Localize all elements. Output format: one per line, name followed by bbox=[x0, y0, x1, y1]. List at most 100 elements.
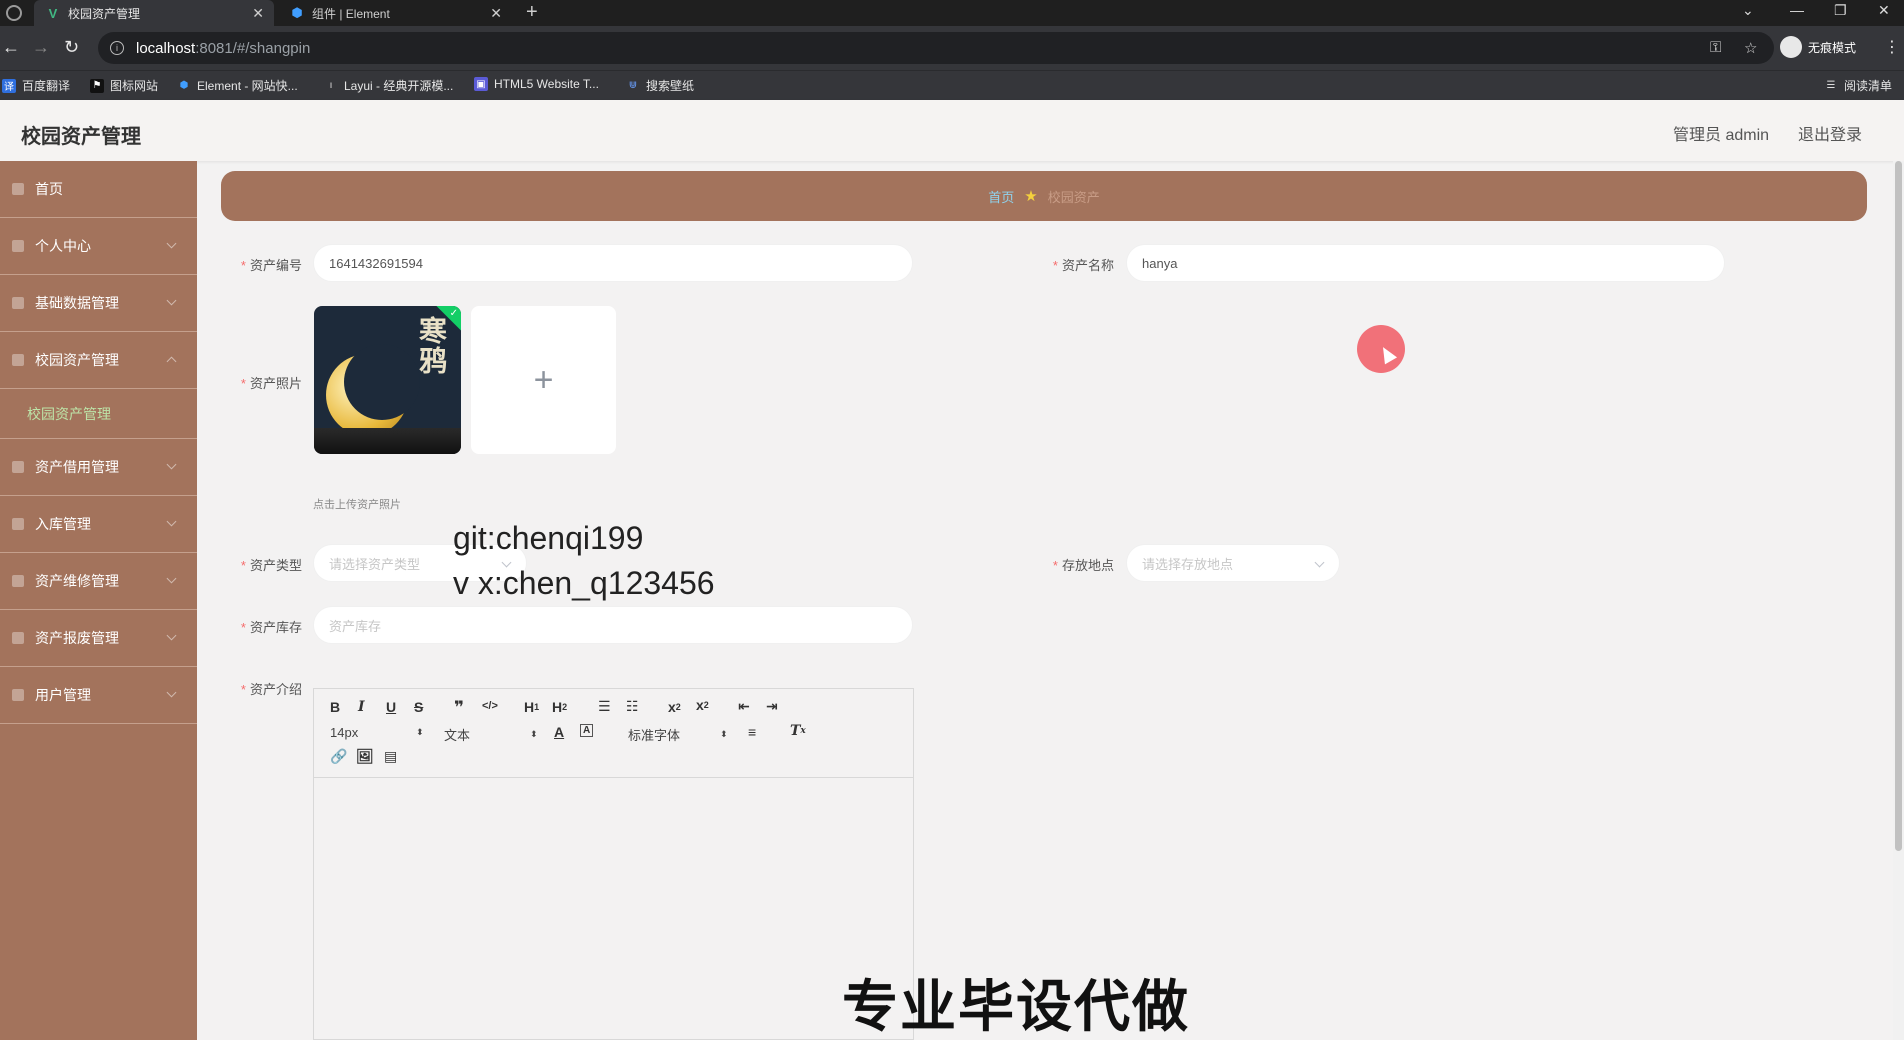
star-icon[interactable]: ☆ bbox=[1744, 39, 1757, 57]
sidebar-item-base-data[interactable]: 基础数据管理 bbox=[0, 275, 197, 332]
h2-icon[interactable]: H2 bbox=[552, 699, 567, 715]
stock-label: * 资产库存 bbox=[240, 620, 302, 635]
asset-name-label: * 资产名称 bbox=[1052, 258, 1114, 273]
asset-no-input[interactable]: 1641432691594 bbox=[313, 244, 913, 282]
ordered-list-icon[interactable]: ☰ bbox=[598, 698, 611, 715]
tab-search-icon[interactable]: ⌄ bbox=[1742, 2, 1754, 19]
sidebar-item-borrow[interactable]: 资产借用管理 bbox=[0, 439, 197, 496]
bookmark-label: Element - 网站快... bbox=[197, 79, 298, 93]
bookmark-item[interactable]: ⚑ 图标网站 bbox=[90, 77, 158, 94]
strike-icon[interactable]: S bbox=[414, 699, 423, 715]
close-icon[interactable]: ✕ bbox=[490, 5, 502, 22]
indent-icon[interactable]: ⇥ bbox=[766, 698, 778, 715]
sidebar-item-repair[interactable]: 资产维修管理 bbox=[0, 553, 197, 610]
asset-name-input[interactable]: hanya bbox=[1126, 244, 1725, 282]
more-menu-icon[interactable]: ⋮ bbox=[1884, 37, 1900, 57]
restore-icon[interactable]: ❐ bbox=[1834, 2, 1847, 19]
back-icon[interactable]: ← bbox=[2, 37, 20, 58]
wallpaper-icon: ⋓ bbox=[628, 80, 638, 91]
tab-campus-asset[interactable]: V 校园资产管理 ✕ bbox=[34, 0, 274, 26]
background-color-icon[interactable]: A bbox=[580, 724, 594, 737]
underline-icon[interactable]: U bbox=[386, 699, 396, 715]
font-color-icon[interactable]: A bbox=[554, 724, 564, 740]
sidebar-item-profile[interactable]: 个人中心 bbox=[0, 218, 197, 275]
font-size-select[interactable]: 14px ⬍ bbox=[330, 725, 424, 740]
bold-icon[interactable]: B bbox=[330, 699, 340, 715]
reading-list-label: 阅读清单 bbox=[1844, 79, 1893, 93]
align-icon[interactable]: ≡ bbox=[748, 724, 756, 740]
repair-icon bbox=[12, 575, 24, 587]
subscript-icon[interactable]: x2 bbox=[668, 699, 681, 715]
editor-content-area[interactable] bbox=[314, 778, 913, 1040]
asset-photo-thumbnail[interactable]: 寒鸦 ✓ bbox=[314, 306, 461, 454]
chevron-down-icon bbox=[166, 238, 177, 249]
forward-icon[interactable]: → bbox=[32, 37, 50, 58]
url-host: localhost bbox=[136, 39, 196, 57]
logout-button[interactable]: 退出登录 bbox=[1798, 121, 1862, 145]
bullet-list-icon[interactable]: ☷ bbox=[626, 698, 639, 715]
blockquote-icon[interactable]: ❞ bbox=[454, 698, 464, 718]
sidebar-subitem-campus-assets[interactable]: 校园资产管理 bbox=[0, 389, 197, 439]
sidebar-item-users[interactable]: 用户管理 bbox=[0, 667, 197, 724]
plus-icon: + bbox=[533, 360, 554, 399]
tab-element[interactable]: ⬢ 组件 | Element ✕ bbox=[278, 0, 512, 26]
borrow-icon bbox=[12, 461, 24, 473]
url-path: :8081/#/shangpin bbox=[195, 39, 311, 57]
upload-photo-button[interactable]: + bbox=[471, 306, 616, 454]
sidebar-item-scrap[interactable]: 资产报废管理 bbox=[0, 610, 197, 667]
reload-icon[interactable]: ↻ bbox=[64, 37, 79, 58]
tab-title: 组件 | Element bbox=[312, 6, 390, 21]
bookmark-item[interactable]: 译 百度翻译 bbox=[2, 77, 70, 94]
scrollbar-thumb[interactable] bbox=[1895, 161, 1902, 851]
bookmarks-bar: 译 百度翻译 ⚑ 图标网站 ⬢ Element - 网站快... ı Layui… bbox=[0, 70, 1904, 100]
bookmark-item[interactable]: ı Layui - 经典开源模... bbox=[324, 77, 454, 94]
incognito-indicator[interactable]: 无痕模式 bbox=[1780, 36, 1856, 58]
chevron-down-icon bbox=[166, 295, 177, 306]
home-icon bbox=[12, 183, 24, 195]
window-close-icon[interactable]: ✕ bbox=[1878, 2, 1890, 19]
reading-list-icon: ☰ bbox=[1826, 80, 1836, 91]
sidebar-item-campus-assets[interactable]: 校园资产管理 bbox=[0, 332, 197, 389]
bookmark-item[interactable]: ▣ HTML5 Website T... bbox=[474, 77, 599, 91]
sidebar-item-home[interactable]: 首页 bbox=[0, 161, 197, 218]
text-type-select[interactable]: 文本 ⬍ bbox=[444, 725, 538, 744]
clear-format-icon[interactable]: Tx bbox=[790, 723, 806, 739]
h1-icon[interactable]: H1 bbox=[524, 699, 539, 715]
info-icon[interactable]: i bbox=[110, 41, 124, 55]
sidebar-item-label: 首页 bbox=[35, 181, 63, 197]
overlay-git-text: git:chenqi199 bbox=[453, 520, 644, 556]
image-icon[interactable]: 🖼 bbox=[356, 748, 374, 765]
close-icon[interactable]: ✕ bbox=[252, 5, 264, 22]
stock-input[interactable]: 资产库存 bbox=[313, 606, 913, 644]
asset-type-placeholder: 请选择资产类型 bbox=[329, 556, 421, 572]
chevron-down-icon bbox=[166, 573, 177, 584]
italic-icon[interactable]: I bbox=[358, 699, 365, 715]
bookmark-item[interactable]: ⋓ 搜索壁纸 bbox=[626, 77, 694, 94]
location-select[interactable]: 请选择存放地点 bbox=[1126, 544, 1340, 582]
editor-toolbar: B I U S ❞ </> H1 H2 ☰ ☷ x2 x2 ⇤ ⇥ 14px ⬍ … bbox=[314, 689, 913, 778]
bookmark-label: 图标网站 bbox=[110, 79, 159, 93]
minimize-icon[interactable]: — bbox=[1790, 2, 1804, 18]
sidebar-item-stock-in[interactable]: 入库管理 bbox=[0, 496, 197, 553]
city-silhouette bbox=[314, 428, 461, 454]
outdent-icon[interactable]: ⇤ bbox=[738, 698, 750, 715]
chevron-down-icon bbox=[166, 687, 177, 698]
new-tab-icon[interactable]: + bbox=[526, 1, 538, 24]
breadcrumb-current: 校园资产 bbox=[1047, 189, 1100, 205]
bookmark-item[interactable]: ⬢ Element - 网站快... bbox=[177, 77, 298, 94]
asset-icon bbox=[12, 354, 24, 366]
superscript-icon[interactable]: x2 bbox=[696, 697, 709, 713]
video-icon[interactable]: ▤ bbox=[384, 748, 397, 765]
breadcrumb-home[interactable]: 首页 bbox=[988, 187, 1014, 206]
font-family-select[interactable]: 标准字体 ⬍ bbox=[628, 725, 728, 744]
address-bar: ← → ↻ i localhost:8081/#/shangpin ⚿ ☆ 无痕… bbox=[0, 26, 1904, 70]
reading-list[interactable]: ☰ 阅读清单 bbox=[1824, 77, 1893, 94]
code-icon[interactable]: </> bbox=[482, 700, 498, 712]
page-scrollbar[interactable] bbox=[1893, 161, 1904, 1040]
browser-menu-icon[interactable] bbox=[6, 5, 22, 21]
link-icon[interactable]: 🔗 bbox=[330, 748, 347, 765]
url-field[interactable]: i localhost:8081/#/shangpin bbox=[98, 32, 1774, 64]
sidebar-item-label: 资产借用管理 bbox=[35, 459, 119, 475]
key-icon[interactable]: ⚿ bbox=[1710, 39, 1721, 56]
sidebar: 首页 个人中心 基础数据管理 校园资产管理 校园资产管理 资产借用管理 入库管理… bbox=[0, 161, 197, 1040]
